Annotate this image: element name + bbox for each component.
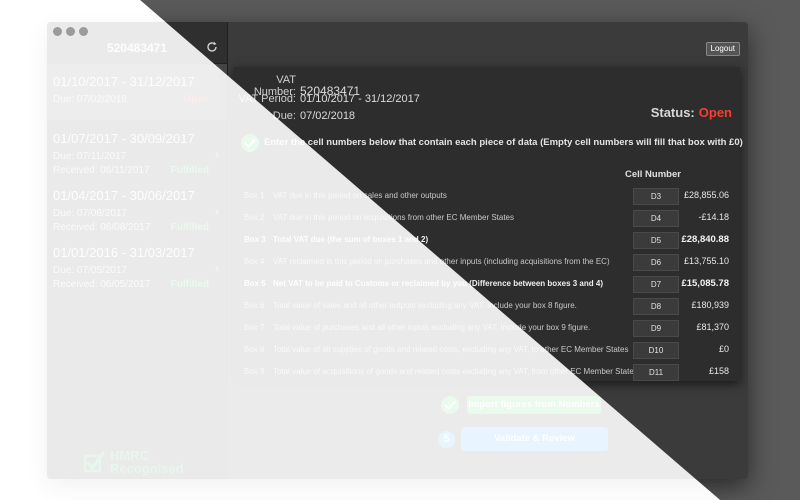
period-due: Due: 07/11/2017 xyxy=(53,151,127,162)
vat-period-label: VAT Period: xyxy=(238,93,296,105)
box-description: VAT due in this period on acquisitions f… xyxy=(273,213,515,222)
period-item[interactable]: 01/01/2016 - 31/03/2017 Due: 07/05/2017 … xyxy=(47,235,227,292)
period-status: Fulfilled xyxy=(170,279,209,290)
box-number: Box 9 xyxy=(244,367,265,376)
box-value: £28,840.88 xyxy=(681,234,729,245)
box-number: Box 7 xyxy=(244,323,265,332)
period-dates: 01/07/2017 - 30/09/2017 xyxy=(53,131,195,146)
sidebar: 520483471 01/10/2017 - 31/12/2017 Due: 0… xyxy=(47,22,228,479)
due-value: 07/02/2018 xyxy=(300,110,356,122)
box-description: Total VAT due (the sum of boxes 1 and 2) xyxy=(273,235,429,244)
cell-number-input[interactable]: D9 xyxy=(633,320,679,337)
box-row: Box 5 Net VAT to be paid to Customs or r… xyxy=(234,273,740,295)
box-row: Box 3 Total VAT due (the sum of boxes 1 … xyxy=(234,229,740,251)
period-item[interactable]: 01/04/2017 - 30/06/2017 Due: 07/08/2017 … xyxy=(47,178,227,235)
cell-number-input[interactable]: D8 xyxy=(633,298,679,315)
hmrc-recognised-badge: HMRC Recognised xyxy=(83,449,193,475)
vat-return-panel: VAT Number: 520483471 VAT Period: 01/10/20… xyxy=(234,67,743,383)
app-window: 520483471 01/10/2017 - 31/12/2017 Due: 0… xyxy=(47,22,748,479)
chevron-right-icon: › xyxy=(215,261,219,275)
box-number: Box 4 xyxy=(244,257,265,266)
box-number: Box 6 xyxy=(244,301,265,310)
check-circle-icon xyxy=(241,134,259,152)
box-value: -£14.18 xyxy=(698,212,729,222)
main-content: Logout VAT Number: 520483471 VAT Period: 0… xyxy=(228,22,748,479)
hmrc-badge-line2: Recognised xyxy=(110,461,184,476)
validate-review-button[interactable]: Validate & Review xyxy=(461,427,608,451)
box-number: Box 3 xyxy=(244,235,266,244)
close-window-button[interactable] xyxy=(53,27,62,36)
box-description: VAT reclaimed in this period on purchase… xyxy=(273,257,610,266)
window-controls xyxy=(53,27,88,37)
period-dates: 01/10/2017 - 31/12/2017 xyxy=(53,74,195,89)
box-description: Total value of all supplies of goods and… xyxy=(273,345,629,354)
box-value: £15,085.78 xyxy=(681,278,729,289)
period-item[interactable]: 01/07/2017 - 30/09/2017 Due: 07/11/2017 … xyxy=(47,121,227,178)
box-description: Total value of purchases and all other i… xyxy=(273,323,591,332)
chevron-right-icon: › xyxy=(215,204,219,218)
box-description: Total value of sales and all other outpu… xyxy=(273,301,577,310)
instructions: Enter the cell numbers below that contai… xyxy=(240,132,743,156)
status-value: Open xyxy=(698,105,732,120)
cell-number-header: Cell Number xyxy=(625,169,681,180)
due-label: Due: xyxy=(272,110,296,122)
box-number: Box 5 xyxy=(244,279,266,288)
box-value: £0 xyxy=(718,344,729,354)
box-description: Total value of acquisitions of goods and… xyxy=(273,367,638,376)
box-description: Net VAT to be paid to Customs or reclaim… xyxy=(273,279,603,288)
cell-number-input[interactable]: D4 xyxy=(633,210,679,227)
period-item[interactable]: 01/10/2017 - 31/12/2017 Due: 07/02/2018 … xyxy=(47,64,227,121)
period-dates: 01/04/2017 - 30/06/2017 xyxy=(53,188,195,203)
import-figures-button[interactable]: Import figures from Numbers xyxy=(467,396,601,414)
period-received: Received: 06/05/2017 xyxy=(53,279,151,290)
box-row: Box 7 Total value of purchases and all o… xyxy=(234,317,740,339)
cell-number-input[interactable]: D6 xyxy=(633,254,679,271)
box-value: £13,755.10 xyxy=(683,256,729,266)
box-row: Box 4 VAT reclaimed in this period on pu… xyxy=(234,251,740,273)
checkbox-tick-icon xyxy=(83,451,105,473)
box-row: Box 2 VAT due in this period on acquisit… xyxy=(234,207,740,229)
box-value: £158 xyxy=(708,366,729,376)
period-received: Received: 06/11/2017 xyxy=(53,165,150,176)
box-description: VAT due in this period on sales and othe… xyxy=(273,191,447,200)
period-due: Due: 07/08/2017 xyxy=(53,208,127,219)
chevron-right-icon: › xyxy=(215,147,219,161)
box-row: Box 9 Total value of acquisitions of goo… xyxy=(234,361,740,383)
period-due: Due: 07/02/2018 xyxy=(53,94,127,105)
logout-button[interactable]: Logout xyxy=(705,42,740,56)
cell-number-input[interactable]: D5 xyxy=(633,232,679,249)
box-row: Box 8 Total value of all supplies of goo… xyxy=(234,339,740,361)
box-number: Box 2 xyxy=(244,213,265,222)
period-due: Due: 07/05/2017 xyxy=(53,265,127,276)
check-circle-icon xyxy=(441,396,459,414)
box-value: £180,939 xyxy=(691,300,729,310)
cell-number-input[interactable]: D7 xyxy=(633,276,679,293)
status-display: Status: Open xyxy=(651,105,732,120)
period-dates: 01/01/2016 - 31/03/2017 xyxy=(53,245,195,260)
zoom-window-button[interactable] xyxy=(79,27,88,36)
vat-period-row: VAT Period: 01/10/2017 - 31/12/2017 xyxy=(238,93,420,105)
vat-period-value: 01/10/2017 - 31/12/2017 xyxy=(300,93,420,105)
instructions-text: Enter the cell numbers below that contai… xyxy=(264,137,743,148)
period-status: Fulfilled xyxy=(170,165,209,176)
box-value: £81,370 xyxy=(696,322,729,332)
refresh-icon[interactable] xyxy=(205,40,219,54)
box-number: Box 8 xyxy=(244,345,265,354)
cell-number-input[interactable]: D3 xyxy=(633,188,679,205)
cell-number-input[interactable]: D11 xyxy=(633,364,679,381)
period-status: Fulfilled xyxy=(170,222,209,233)
period-received: Received: 06/08/2017 xyxy=(53,222,151,233)
status-label: Status: xyxy=(650,105,695,120)
box-number: Box 1 xyxy=(244,191,265,200)
box-row: Box 6 Total value of sales and all other… xyxy=(234,295,740,317)
cell-number-input[interactable]: D10 xyxy=(633,342,679,359)
due-row: Due: 07/02/2018 xyxy=(238,110,355,122)
hmrc-badge-text: HMRC Recognised xyxy=(110,449,184,475)
step-number-badge: 5 xyxy=(438,431,455,448)
period-status: Open xyxy=(183,94,209,105)
minimize-window-button[interactable] xyxy=(66,27,75,36)
box-value: £28,855.06 xyxy=(683,190,729,200)
sidebar-title: 520483471 xyxy=(106,41,168,55)
box-row: Box 1 VAT due in this period on sales an… xyxy=(234,185,740,207)
